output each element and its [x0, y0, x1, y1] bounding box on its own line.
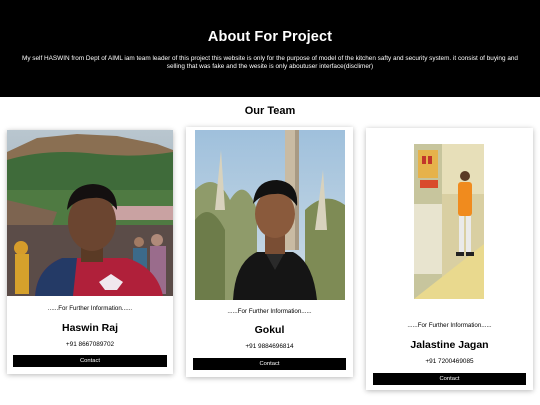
- contact-button[interactable]: Contact: [13, 355, 167, 367]
- contact-button[interactable]: Contact: [193, 358, 346, 370]
- member-name: Jalastine Jagan: [410, 339, 489, 351]
- team-member-card: ......For Further Information...... Goku…: [186, 127, 353, 377]
- team-section-title: Our Team: [244, 105, 296, 117]
- member-phone: +91 9884696814: [245, 343, 294, 350]
- team-member-card: ......For Further Information...... Jala…: [366, 128, 533, 390]
- team-member-card: ......For Further Information...... Hasw…: [7, 130, 173, 374]
- member-photo: [7, 130, 173, 296]
- project-description: My self HASWIN from Dept of AIML iam tea…: [22, 55, 518, 71]
- contact-button[interactable]: Contact: [373, 373, 526, 385]
- member-photo: [414, 144, 484, 299]
- page-title: About For Project: [207, 29, 333, 45]
- about-header: About For Project My self HASWIN from De…: [0, 0, 540, 97]
- member-name: Gokul: [254, 324, 285, 336]
- member-photo-image: [414, 144, 484, 299]
- member-photo-image: [195, 130, 345, 300]
- further-info-label: ......For Further Information......: [47, 305, 133, 312]
- member-name: Haswin Raj: [61, 322, 119, 334]
- member-photo: [195, 130, 345, 300]
- member-phone: +91 7200469085: [425, 358, 474, 365]
- further-info-label: ......For Further Information......: [407, 322, 492, 329]
- member-photo-image: [7, 130, 173, 296]
- further-info-label: ......For Further Information......: [227, 308, 312, 315]
- member-phone: +91 8667089702: [65, 341, 115, 348]
